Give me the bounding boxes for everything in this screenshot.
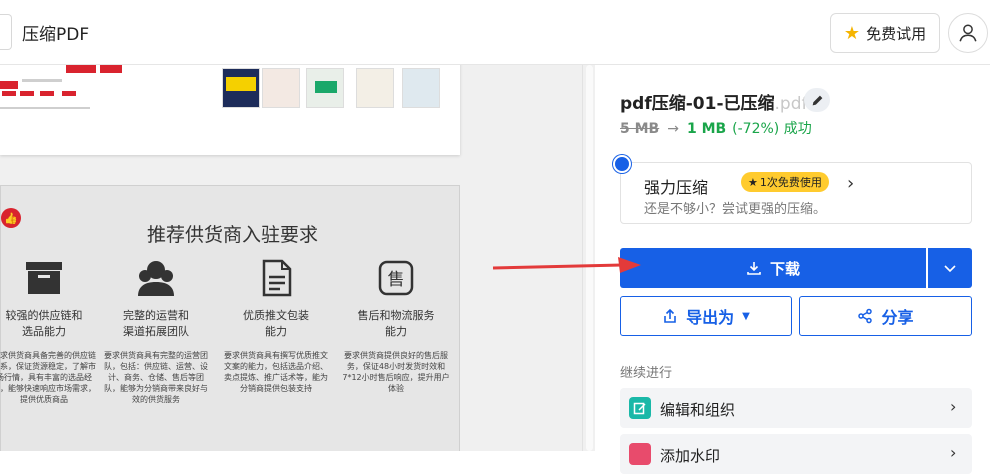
star-icon: ★ [843,22,861,44]
page2-heading: 推荐供货商入驻要求 [147,224,319,246]
export-as-label: 导出为 [686,308,735,327]
requirement-desc: 要求供货商具备完善的供应链体系，保证货源稳定，了解市场行情，具有丰富的选品经验，… [0,351,96,404]
page1-logo [0,81,18,89]
continue-item-label: 添加水印 [660,447,721,465]
export-as-button[interactable]: 导出为 ▼ [620,296,792,336]
download-options-button[interactable] [928,248,972,288]
preview-page-1 [0,65,460,155]
page1-thumb-4 [356,68,394,108]
back-button[interactable] [0,14,12,50]
rename-button[interactable] [804,88,830,112]
strong-compression-option[interactable]: 强力压缩 ★ 1次免费使用 › 还是不够小？尝试更强的压缩。 [613,155,972,224]
preview-page-2: 👍 推荐供货商入驻要求 较强的供应链和 选品能力 要求供货商具备完善的供应链体系… [0,185,460,451]
svg-text:售: 售 [388,270,405,290]
page1-thumb-3 [306,68,344,108]
size-summary: 5 MB → 1 MB (-72%) 成功 [620,118,812,138]
result-panel: pdf压缩-01-已压缩.pdf 5 MB → 1 MB (-72%) 成功 强力压缩… [596,65,990,474]
requirement-column-4: 售 售后和物流服务 能力 要求供货商提供良好的售后服务，保证48小时发货时效和7… [341,258,451,394]
requirement-column-3: 优质推文包装 能力 要求供货商具有撰写优质推文文案的能力，包括选品介绍、卖点提炼… [221,258,331,394]
star-icon: ★ [748,175,758,189]
free-use-badge: ★ 1次免费使用 [741,172,829,192]
document-icon [262,259,292,297]
download-icon [747,262,761,275]
watermark-icon [629,443,651,465]
team-icon [138,261,174,296]
edit-organize-icon [629,397,651,419]
strong-compression-subtitle: 还是不够小？尝试更强的压缩。 [644,202,827,217]
requirement-caption: 优质推文包装 能力 [243,309,309,338]
file-extension: .pdf [774,94,808,114]
preview-scrollbar[interactable] [582,65,595,451]
caret-down-icon: ▼ [742,310,750,322]
share-label: 分享 [881,308,914,327]
continue-item-watermark[interactable]: 添加水印 › [620,434,972,474]
continue-item-edit-organize[interactable]: 编辑和组织 › [620,388,972,428]
reduction-status: (-72%) 成功 [732,121,812,137]
page1-thumb-5 [402,68,440,108]
download-label: 下载 [769,259,800,278]
requirement-column-2: 完整的运营和 渠道拓展团队 要求供货商具有完整的运营团队，包括：供应链、运营、设… [101,258,211,405]
requirement-desc: 要求供货商提供良好的售后服务，保证48小时发货时效和7*12小时售后响应，提升用… [342,351,450,393]
requirement-caption: 完整的运营和 渠道拓展团队 [123,309,189,338]
download-button[interactable]: 下载 [620,248,926,288]
file-name-text: pdf压缩-01-已压缩 [620,94,775,114]
share-button[interactable]: 分享 [799,296,972,336]
file-name: pdf压缩-01-已压缩.pdf [620,89,808,114]
requirement-caption: 售后和物流服务 能力 [357,309,435,338]
arrow-right-icon: → [667,121,679,137]
free-trial-label: 免费试用 [866,24,927,43]
continue-item-label: 编辑和组织 [660,401,736,419]
pencil-icon [812,95,822,105]
selected-radio-icon[interactable] [613,155,631,173]
chevron-right-icon: › [950,397,957,416]
requirement-column-1: 较强的供应链和 选品能力 要求供货商具备完善的供应链体系，保证货源稳定，了解市场… [0,258,99,405]
compressed-size: 1 MB [686,121,727,137]
top-bar: 压缩PDF ★ 免费试用 [0,0,990,65]
page1-thumb-2 [262,68,300,108]
pdf-preview-area[interactable]: 👍 推荐供货商入驻要求 较强的供应链和 选品能力 要求供货商具备完善的供应链体系… [0,65,595,451]
continue-section-label: 继续进行 [620,366,673,381]
scrollbar-thumb[interactable] [586,65,593,451]
strong-compression-title: 强力压缩 [644,178,709,197]
page1-thumb-1 [222,68,260,108]
requirement-desc: 要求供货商具有撰写优质推文文案的能力，包括选品介绍、卖点提炼、推广话术等，能为分… [224,351,328,393]
chevron-right-icon: › [950,443,957,462]
page-title: 压缩PDF [22,25,90,45]
thumbs-up-icon: 👍 [1,208,21,228]
upload-icon [664,308,676,323]
chevron-down-icon [944,265,956,273]
user-icon [959,24,977,42]
requirement-desc: 要求供货商具有完整的运营团队，包括：供应链、运营、设计、商务、仓储、售后等团队，… [104,351,208,404]
free-trial-button[interactable]: ★ 免费试用 [830,13,940,53]
free-use-badge-label: 1次免费使用 [759,176,822,189]
after-sales-icon: 售 [378,260,414,296]
user-avatar-button[interactable] [948,13,988,53]
requirement-caption: 较强的供应链和 选品能力 [5,309,83,338]
box-icon [26,262,62,294]
share-icon [858,308,873,324]
chevron-right-icon[interactable]: › [847,173,854,194]
original-size: 5 MB [620,121,660,137]
